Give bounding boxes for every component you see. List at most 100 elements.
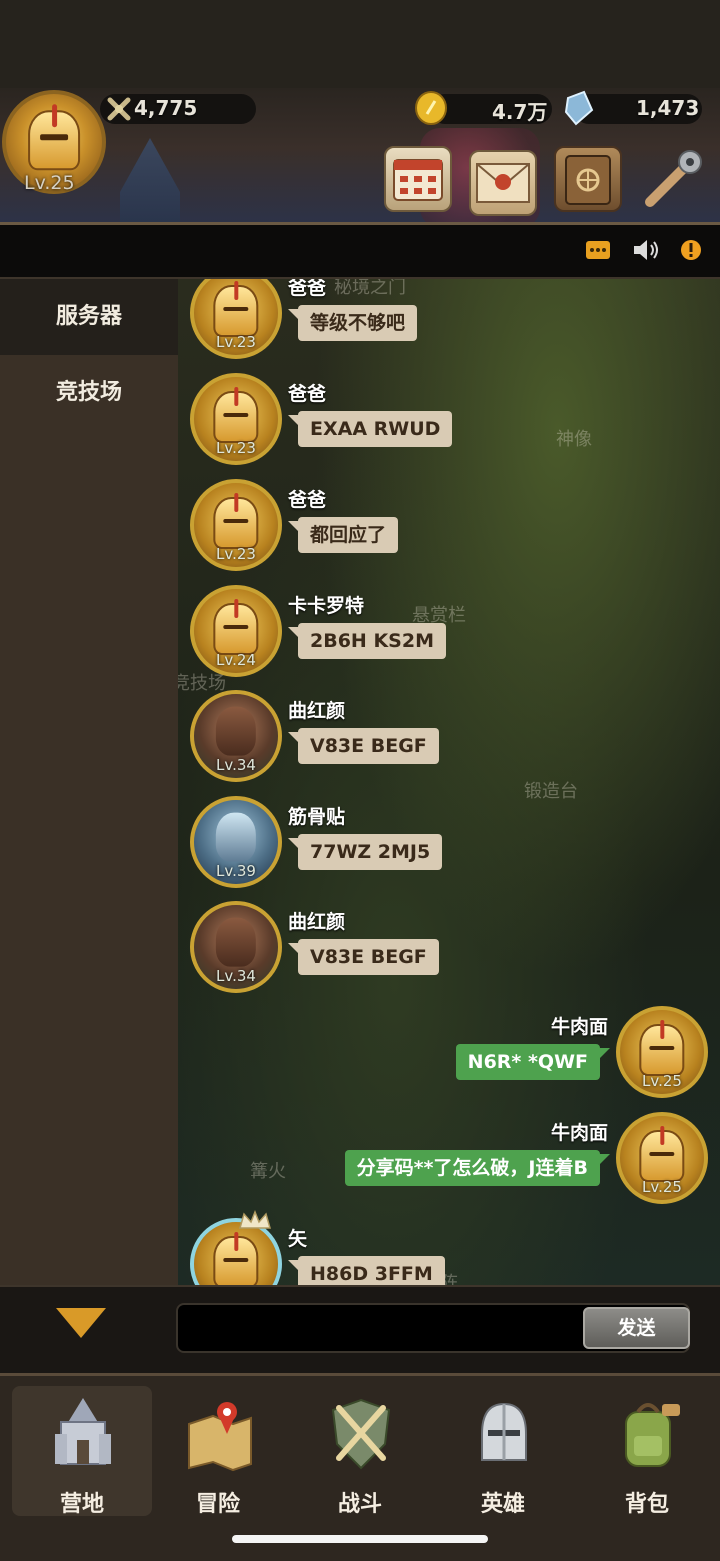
channel-sidebar: 服务器 竞技场: [0, 279, 178, 1285]
sender-avatar[interactable]: Lv.23: [190, 279, 282, 359]
sender-avatar[interactable]: Lv.23: [190, 479, 282, 571]
calendar-button[interactable]: [384, 146, 452, 212]
power-icon: [107, 97, 131, 121]
knight-helmet-icon: [213, 280, 259, 338]
hero-helmet-icon: [481, 1402, 527, 1461]
settings-button[interactable]: [640, 146, 708, 212]
quest-book-button[interactable]: [554, 146, 622, 212]
chat-message: Lv.39 筋骨贴 77WZ 2MJ5: [178, 792, 720, 892]
gold-coin-icon: [415, 91, 447, 125]
message-bubble: EXAA RWUD: [287, 411, 453, 447]
tab-adventure[interactable]: 冒险: [148, 1386, 288, 1517]
calendar-icon: [393, 159, 443, 201]
backpack-icon: [625, 1403, 680, 1467]
knight-helmet-icon: [213, 1231, 259, 1285]
chat-message: Lv.34 曲红颜 V83E BEGF: [178, 897, 720, 997]
hud-castle-art: [120, 138, 180, 222]
sender-name: 曲红颜: [288, 700, 346, 722]
top-safe-area: [0, 0, 720, 88]
sender-name: 爸爸: [288, 489, 327, 511]
scroll-to-bottom-arrow-icon[interactable]: [56, 1308, 106, 1338]
sender-name: 卡卡罗特: [288, 595, 365, 617]
knight-helmet-icon: [213, 492, 259, 550]
message-bubble: V83E BEGF: [288, 728, 439, 764]
bottom-tab-bar: 营地 冒险 战斗 英雄 背包: [0, 1373, 720, 1561]
tab-camp-label: 营地: [59, 1492, 104, 1517]
sender-avatar[interactable]: Lv.34: [190, 690, 282, 782]
sender-avatar[interactable]: Lv.34: [190, 901, 282, 993]
chat-message-list[interactable]: 秘境之门 神像 悬赏栏 竞技场 锻造台 篝火 传送阵 Lv.23 爸爸 等级不够…: [178, 279, 720, 1285]
sender-level: Lv.23: [216, 439, 256, 457]
warrior-face-icon: [215, 706, 257, 756]
channel-server[interactable]: 服务器: [0, 279, 178, 355]
home-indicator[interactable]: [232, 1535, 488, 1543]
chat-message: Lv.23 爸爸 EXAA RWUD: [178, 369, 720, 469]
tab-heroes-label: 英雄: [480, 1492, 525, 1517]
gem-value: 1,473: [636, 96, 700, 120]
knight-helmet-icon: [639, 1125, 685, 1183]
chat-message: Lv.24 卡卡罗特 2B6H KS2M: [178, 581, 720, 681]
sender-avatar[interactable]: Lv.25: [616, 1006, 708, 1098]
send-button[interactable]: 发送: [583, 1307, 690, 1349]
chat-message-self: Lv.25 牛肉面 分享码**了怎么破，J连着B: [178, 1108, 720, 1208]
sender-avatar[interactable]: Lv.25: [616, 1112, 708, 1204]
more-icon[interactable]: [586, 239, 610, 261]
knight-helmet-icon: [213, 598, 259, 656]
sender-name: 爸爸: [288, 383, 327, 405]
sender-level: Lv.34: [216, 967, 256, 985]
sender-level: Lv.23: [216, 333, 256, 351]
chat-message: Lv.23 爸爸 等级不够吧: [178, 279, 720, 363]
tab-battle-label: 战斗: [337, 1492, 382, 1517]
sender-name: 牛肉面: [550, 1016, 608, 1038]
sender-avatar[interactable]: Lv.24: [190, 585, 282, 677]
chat-message: Lv.34 曲红颜 V83E BEGF: [178, 686, 720, 786]
message-bubble: 77WZ 2MJ5: [287, 834, 443, 870]
warrior-face-icon: [215, 917, 257, 967]
chat-status-bar: [0, 225, 720, 279]
tab-backpack-label: 背包: [624, 1492, 669, 1517]
mail-button[interactable]: [469, 150, 537, 216]
armored-face-icon: [215, 812, 257, 862]
chat-message: Lv.23 爸爸 都回应了: [178, 475, 720, 575]
knight-helmet-icon: [213, 386, 259, 444]
message-bubble: 都回应了: [287, 517, 399, 553]
gold-value: 4.7万: [492, 100, 548, 124]
wrench-settings-icon: [645, 150, 702, 207]
mail-icon: [476, 163, 530, 203]
chat-message: 矢 H86D 3FFM: [178, 1210, 720, 1285]
channel-arena[interactable]: 竞技场: [0, 355, 178, 431]
message-bubble: N6R* *QWF: [455, 1044, 611, 1080]
sender-name: 矢: [288, 1228, 308, 1250]
sender-level: Lv.34: [216, 756, 256, 774]
sender-avatar[interactable]: Lv.23: [190, 373, 282, 465]
knight-helmet-icon: [639, 1019, 685, 1077]
sender-avatar[interactable]: Lv.39: [190, 796, 282, 888]
message-bubble: 分享码**了怎么破，J连着B: [344, 1150, 611, 1186]
sender-level: Lv.25: [642, 1072, 682, 1090]
adventure-map-icon: [188, 1402, 252, 1472]
sender-name: 曲红颜: [288, 911, 346, 933]
sender-level: Lv.24: [216, 651, 256, 669]
sender-name: 牛肉面: [550, 1122, 608, 1144]
speaker-icon[interactable]: [632, 237, 660, 263]
tab-adventure-label: 冒险: [195, 1492, 240, 1517]
sender-name: 筋骨贴: [288, 806, 346, 828]
knight-helmet-icon: [28, 104, 80, 170]
tab-heroes[interactable]: 英雄: [433, 1386, 573, 1517]
player-level: Lv.25: [24, 172, 75, 194]
tab-camp[interactable]: 营地: [12, 1386, 152, 1517]
battle-shield-icon: [331, 1398, 391, 1470]
chat-message-self: Lv.25 牛肉面 N6R* *QWF: [178, 1002, 720, 1102]
sender-level: Lv.25: [642, 1178, 682, 1196]
power-value: 4,775: [134, 96, 198, 120]
message-bubble: H86D 3FFM: [288, 1256, 445, 1285]
tab-backpack[interactable]: 背包: [577, 1386, 717, 1517]
message-bubble: V83E BEGF: [288, 939, 439, 975]
sender-level: Lv.23: [216, 545, 256, 563]
tab-battle[interactable]: 战斗: [290, 1386, 430, 1517]
message-bubble: 2B6H KS2M: [288, 623, 446, 659]
quest-book-icon: [565, 155, 611, 205]
alert-icon[interactable]: [680, 239, 702, 261]
gem-crystal-icon: [564, 90, 594, 126]
camp-castle-icon: [55, 1398, 111, 1465]
